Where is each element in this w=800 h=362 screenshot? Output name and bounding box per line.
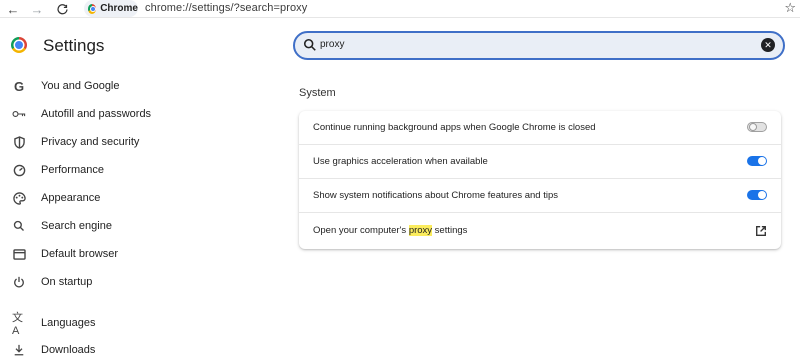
sidebar-item-label: Privacy and security (41, 136, 140, 148)
forward-arrow-icon[interactable]: → (28, 0, 46, 18)
search-highlight: proxy (408, 225, 433, 236)
graphics-acceleration-toggle[interactable] (747, 156, 767, 166)
palette-icon (12, 191, 26, 205)
sidebar-item-label: Autofill and passwords (41, 108, 152, 120)
sidebar-item-downloads[interactable]: Downloads (0, 338, 200, 362)
address-bar-url[interactable]: chrome://settings/?search=proxy (145, 2, 307, 14)
sidebar-item-performance[interactable]: Performance (0, 158, 200, 182)
system-settings-card: Continue running background apps when Go… (299, 111, 781, 249)
sidebar-item-you-and-google[interactable]: G You and Google (0, 74, 200, 98)
key-icon (12, 107, 26, 121)
section-heading-system: System (299, 87, 336, 99)
toggle-knob (758, 157, 766, 165)
sidebar-item-label: Languages (41, 317, 96, 329)
proxy-label-after: settings (432, 225, 468, 236)
setting-row-background-apps[interactable]: Continue running background apps when Go… (299, 111, 781, 145)
shield-icon (12, 135, 26, 149)
download-icon (12, 343, 26, 357)
setting-row-graphics-acceleration[interactable]: Use graphics acceleration when available (299, 145, 781, 179)
translate-icon: 文A (12, 312, 23, 337)
setting-label: Continue running background apps when Go… (313, 122, 596, 133)
page-title: Settings (43, 36, 105, 55)
sidebar-item-on-startup[interactable]: On startup (0, 270, 200, 294)
sidebar-item-appearance[interactable]: Appearance (0, 186, 200, 210)
speedometer-icon (12, 163, 26, 177)
chrome-logo-icon (88, 3, 97, 14)
sidebar-item-label: On startup (41, 276, 93, 288)
browser-window-icon (12, 247, 26, 261)
settings-search-box[interactable]: proxy ✕ (293, 31, 785, 60)
site-chip-label: Chrome (100, 3, 138, 14)
sidebar-item-label: Default browser (41, 248, 119, 260)
setting-row-system-notifications[interactable]: Show system notifications about Chrome f… (299, 179, 781, 213)
sidebar-item-label: Search engine (41, 220, 112, 232)
sidebar-item-label: You and Google (41, 80, 120, 92)
proxy-label-before: Open your computer's (313, 225, 409, 236)
search-input[interactable]: proxy (320, 39, 344, 50)
sidebar-item-autofill[interactable]: Autofill and passwords (0, 102, 200, 126)
reload-icon[interactable] (53, 0, 71, 18)
chrome-logo-icon (11, 37, 27, 53)
toggle-knob (749, 123, 757, 131)
sidebar-item-label: Downloads (41, 344, 96, 356)
browser-toolbar: ← → Chrome chrome://settings/?search=pro… (0, 0, 800, 18)
clear-search-icon[interactable]: ✕ (761, 38, 775, 52)
bookmark-star-icon[interactable]: ☆ (784, 0, 796, 16)
sidebar-item-label: Appearance (41, 192, 101, 204)
search-icon (12, 219, 26, 233)
google-g-icon: G (13, 78, 25, 94)
external-link-icon[interactable] (755, 225, 767, 237)
sidebar-item-search-engine[interactable]: Search engine (0, 214, 200, 238)
setting-label: Open your computer's proxy settings (313, 225, 467, 236)
sidebar-item-label: Performance (41, 164, 104, 176)
power-icon (12, 275, 26, 289)
setting-label: Show system notifications about Chrome f… (313, 190, 559, 201)
setting-label: Use graphics acceleration when available (313, 156, 488, 167)
search-icon (303, 38, 316, 51)
toggle-knob (758, 191, 766, 199)
sidebar-item-default-browser[interactable]: Default browser (0, 242, 200, 266)
setting-row-proxy-settings[interactable]: Open your computer's proxy settings (299, 214, 781, 248)
site-chip[interactable]: Chrome (84, 0, 138, 17)
back-arrow-icon[interactable]: ← (4, 0, 22, 18)
sidebar-item-privacy[interactable]: Privacy and security (0, 130, 200, 154)
background-apps-toggle[interactable] (747, 122, 767, 132)
system-notifications-toggle[interactable] (747, 190, 767, 200)
sidebar-item-languages[interactable]: 文A Languages (0, 311, 200, 337)
